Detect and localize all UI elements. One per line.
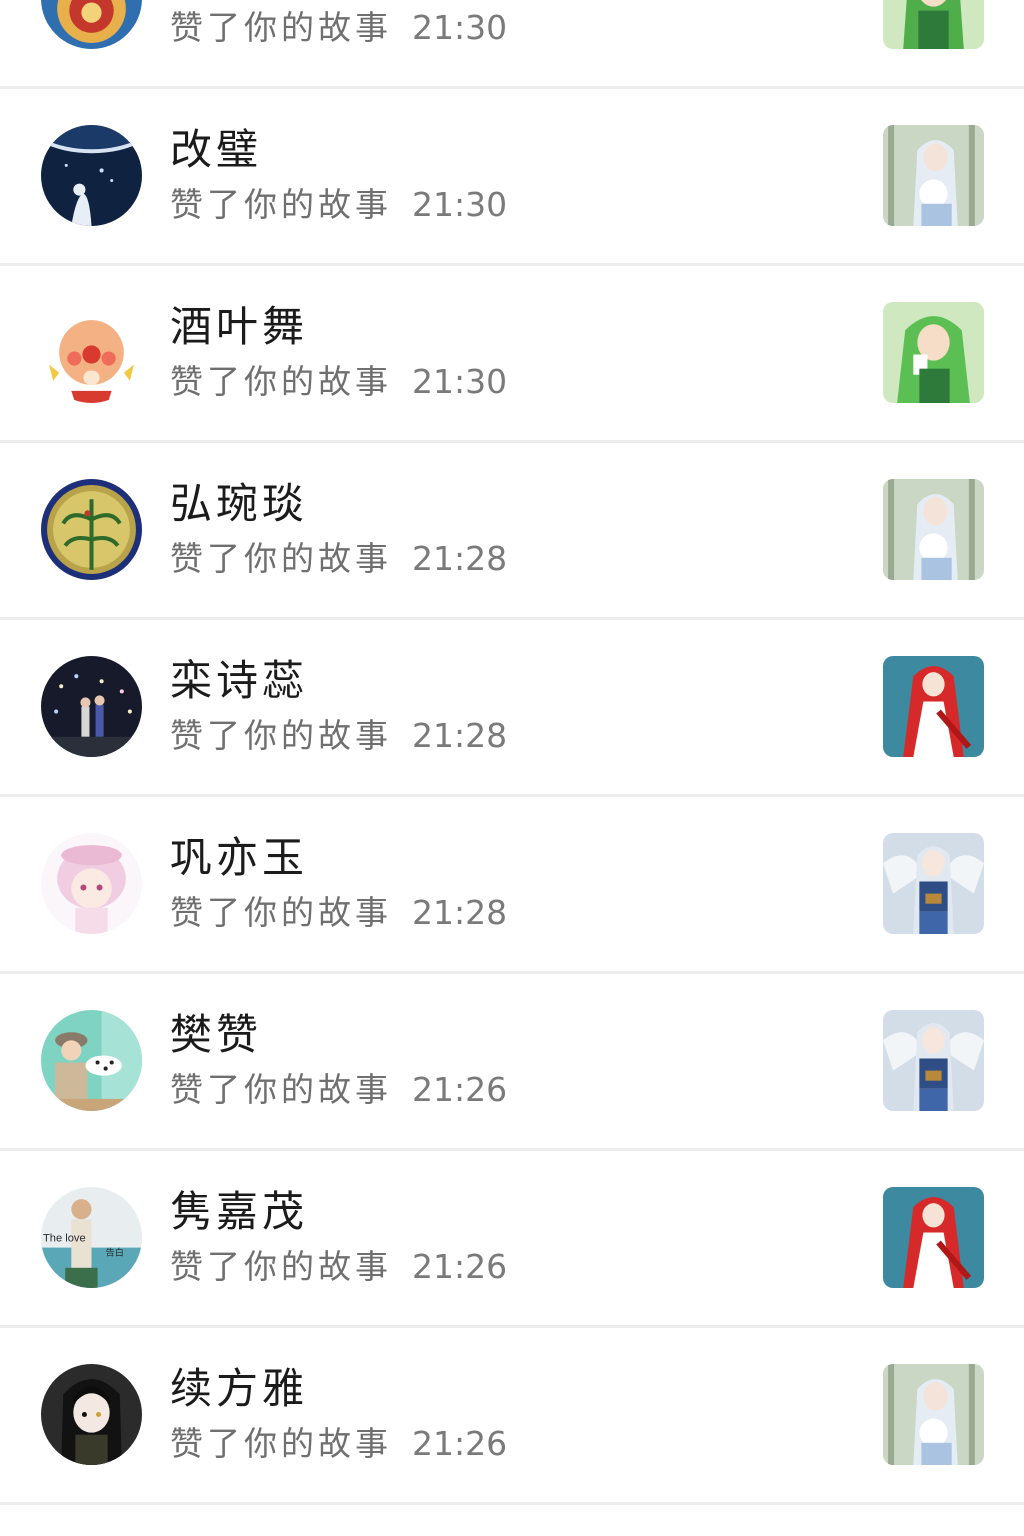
- notification-meta: 赞了你的故事 21:26: [170, 1070, 507, 1110]
- avatar-caption: The love: [43, 1233, 86, 1245]
- user-name: 弘琬琰: [170, 479, 309, 528]
- notification-meta: 赞了你的故事 21:30: [170, 362, 507, 402]
- list-item[interactable]: 改璧 赞了你的故事 21:30: [0, 89, 1024, 266]
- user-name: 隽嘉茂: [170, 1187, 309, 1236]
- notification-list: 赞了你的故事 21:30 改璧 赞了你的故事 21:30 酒叶舞 赞了你的故事 …: [0, 0, 1024, 1505]
- list-item[interactable]: 巩亦玉 赞了你的故事 21:28: [0, 797, 1024, 974]
- story-thumbnail[interactable]: [883, 656, 984, 757]
- avatar[interactable]: [41, 656, 142, 757]
- user-name: 酒叶舞: [170, 302, 309, 351]
- story-thumbnail[interactable]: [883, 302, 984, 403]
- notification-meta: 赞了你的故事 21:28: [170, 539, 507, 579]
- list-item[interactable]: 樊赞 赞了你的故事 21:26: [0, 974, 1024, 1151]
- story-thumbnail[interactable]: [883, 1187, 984, 1288]
- avatar[interactable]: [41, 1010, 142, 1111]
- action-text: 赞了你的故事: [170, 539, 392, 578]
- list-item[interactable]: 栾诗蕊 赞了你的故事 21:28: [0, 620, 1024, 797]
- notification-meta: 赞了你的故事 21:30: [170, 185, 507, 225]
- list-item[interactable]: 续方雅 赞了你的故事 21:26: [0, 1328, 1024, 1505]
- story-thumbnail[interactable]: [883, 1010, 984, 1111]
- avatar[interactable]: [41, 0, 142, 49]
- timestamp: 21:28: [412, 893, 508, 932]
- avatar[interactable]: [41, 479, 142, 580]
- timestamp: 21:26: [412, 1070, 508, 1109]
- user-name: 改璧: [170, 125, 263, 174]
- notification-meta: 赞了你的故事 21:30: [170, 8, 507, 48]
- list-item[interactable]: 赞了你的故事 21:30: [0, 0, 1024, 89]
- avatar[interactable]: [41, 833, 142, 934]
- notification-meta: 赞了你的故事 21:28: [170, 893, 507, 933]
- avatar[interactable]: The love 告白: [41, 1187, 142, 1288]
- action-text: 赞了你的故事: [170, 1247, 392, 1286]
- list-item[interactable]: The love 告白 隽嘉茂 赞了你的故事 21:26: [0, 1151, 1024, 1328]
- timestamp: 21:28: [412, 539, 508, 578]
- story-thumbnail[interactable]: [883, 125, 984, 226]
- notification-meta: 赞了你的故事 21:26: [170, 1247, 507, 1287]
- story-thumbnail[interactable]: [883, 479, 984, 580]
- action-text: 赞了你的故事: [170, 185, 392, 224]
- timestamp: 21:28: [412, 716, 508, 755]
- avatar[interactable]: [41, 125, 142, 226]
- story-thumbnail[interactable]: [883, 0, 984, 49]
- user-name: 续方雅: [170, 1364, 309, 1413]
- timestamp: 21:30: [412, 8, 508, 47]
- action-text: 赞了你的故事: [170, 1424, 392, 1463]
- list-item[interactable]: 酒叶舞 赞了你的故事 21:30: [0, 266, 1024, 443]
- avatar-caption-secondary: 告白: [106, 1247, 124, 1259]
- action-text: 赞了你的故事: [170, 1070, 392, 1109]
- timestamp: 21:26: [412, 1424, 508, 1463]
- user-name: 巩亦玉: [170, 833, 309, 882]
- notification-meta: 赞了你的故事 21:28: [170, 716, 507, 756]
- action-text: 赞了你的故事: [170, 362, 392, 401]
- timestamp: 21:26: [412, 1247, 508, 1286]
- user-name: 樊赞: [170, 1010, 263, 1059]
- story-thumbnail[interactable]: [883, 833, 984, 934]
- timestamp: 21:30: [412, 362, 508, 401]
- action-text: 赞了你的故事: [170, 893, 392, 932]
- action-text: 赞了你的故事: [170, 716, 392, 755]
- timestamp: 21:30: [412, 185, 508, 224]
- avatar[interactable]: [41, 1364, 142, 1465]
- action-text: 赞了你的故事: [170, 8, 392, 47]
- story-thumbnail[interactable]: [883, 1364, 984, 1465]
- user-name: 栾诗蕊: [170, 656, 309, 705]
- notification-meta: 赞了你的故事 21:26: [170, 1424, 507, 1464]
- avatar[interactable]: [41, 302, 142, 403]
- list-item[interactable]: 弘琬琰 赞了你的故事 21:28: [0, 443, 1024, 620]
